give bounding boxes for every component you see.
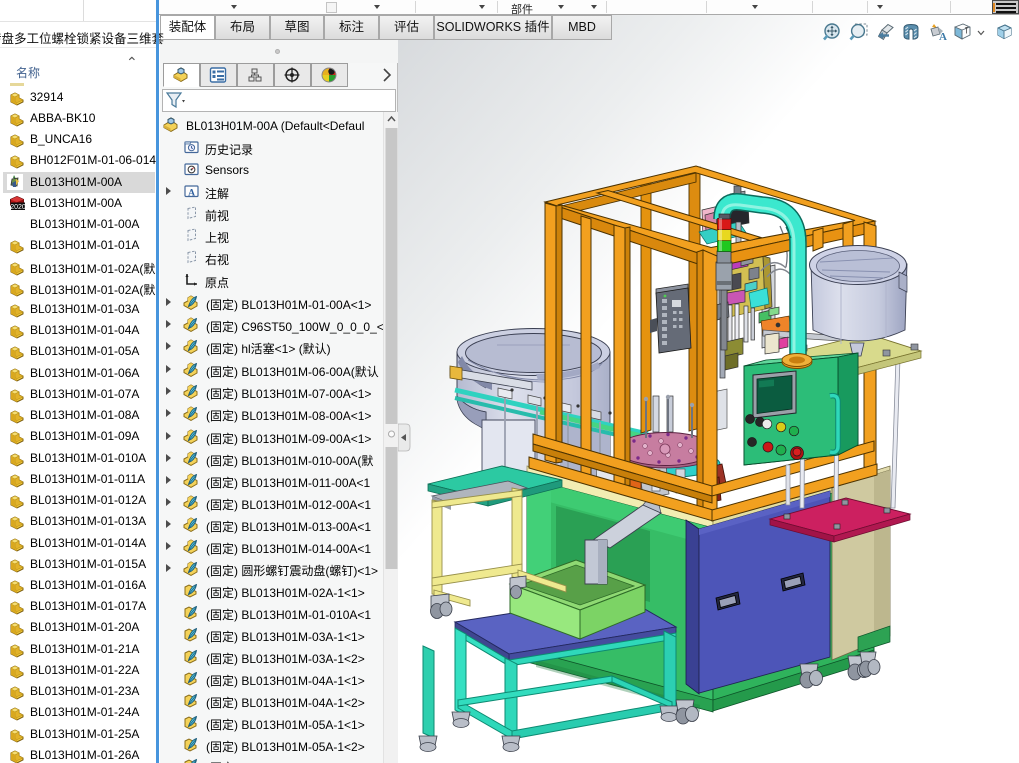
- svg-text:A: A: [939, 31, 947, 43]
